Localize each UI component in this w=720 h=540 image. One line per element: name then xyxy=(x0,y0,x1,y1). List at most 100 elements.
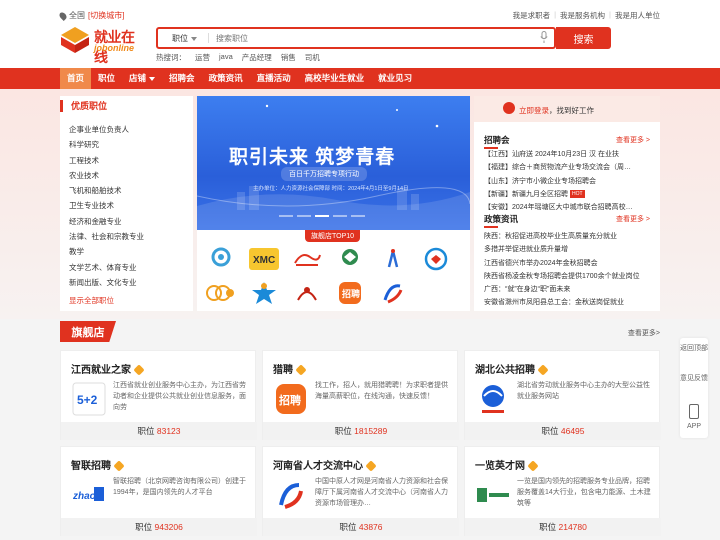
show-all-jobs-link[interactable]: 显示全部职位 xyxy=(69,295,114,306)
flagship-logo[interactable] xyxy=(289,244,325,274)
shop-card[interactable]: 一览英才网 一览是国内领先的招聘服务专业品牌，招聘服务覆盖14大行业，包含电力能… xyxy=(464,446,661,536)
shop-card[interactable]: 智联招聘 zhao 智联招聘（北京网聘咨询有限公司）创建于1994年，是国内领先… xyxy=(60,446,257,536)
flagship-logo[interactable] xyxy=(375,278,411,308)
site-logo[interactable]: 就业在线 jobonline xyxy=(60,26,144,65)
flagship-logo-icon xyxy=(424,247,448,271)
flagship-more-link[interactable]: 查看更多> xyxy=(628,328,660,338)
job-category-panel: 优质职位 企事业单位负责人 科学研究 工程技术 农业技术 飞机和船舶技术 卫生专… xyxy=(60,96,193,311)
job-fair-item[interactable]: 【山东】济宁市小微企业专场招聘会 xyxy=(484,175,652,188)
nav-graduates[interactable]: 高校毕业生就业 xyxy=(298,68,372,89)
nav-live[interactable]: 直播活动 xyxy=(250,68,298,89)
flagship-logo[interactable] xyxy=(332,244,368,274)
location-selector[interactable]: 全国 [切换城市] xyxy=(58,10,124,21)
login-link[interactable]: 立即登录 xyxy=(519,106,549,115)
shop-description: 江西省就业创业服务中心主办，为江西省劳动者和企业提供公共就业创业信息服务，面向劳 xyxy=(113,382,246,411)
category-item[interactable]: 企事业单位负责人 xyxy=(69,122,144,137)
role-links: 我是求职者 | 我是服务机构 | 我是用人单位 xyxy=(513,10,660,21)
policy-item[interactable]: 江西省德兴市举办2024年金秋招聘会 xyxy=(484,257,652,270)
shop-logo: 招聘 xyxy=(273,381,309,417)
shop-card[interactable]: 河南省人才交流中心 中国中原人才网是河南省人力资源和社会保障厅下属河南省人才交流… xyxy=(262,446,459,536)
nav-job-fairs[interactable]: 招聘会 xyxy=(162,68,202,89)
nav-jobs[interactable]: 职位 xyxy=(91,68,122,89)
nav-policy[interactable]: 政策资讯 xyxy=(202,68,250,89)
hot-word[interactable]: 销售 xyxy=(281,52,296,63)
category-item[interactable]: 经济和金融专业 xyxy=(69,214,144,229)
flagship-logo[interactable] xyxy=(418,244,454,274)
job-fairs-more-link[interactable]: 查看更多 > xyxy=(616,135,650,145)
flagship-logo-icon xyxy=(297,287,317,301)
flagship-section-title: 旗舰店 xyxy=(60,321,116,342)
flagship-logo[interactable] xyxy=(203,244,239,274)
carousel-dot[interactable] xyxy=(333,215,347,217)
shop-card[interactable]: 湖北公共招聘 湖北省劳动就业服务中心主办的大型公益性就业服务网站 职位 4649… xyxy=(464,350,661,440)
search-category-select[interactable]: 职位 xyxy=(172,33,197,44)
shop-logo xyxy=(273,477,309,513)
svg-text:5+2: 5+2 xyxy=(77,393,98,407)
hero-banner[interactable]: 职引未来 筑梦青春 百日千万招聘专项行动 主办单位：人力资源社会保障部 时间：2… xyxy=(197,96,470,230)
flagship-logo[interactable] xyxy=(375,244,411,274)
policy-more-link[interactable]: 查看更多 > xyxy=(616,214,650,224)
policy-item[interactable]: 安徽省滁州市凤阳县总工会：金秋送岗促就业 xyxy=(484,296,652,309)
verified-badge-icon xyxy=(295,364,307,377)
back-to-top-button[interactable]: 返回顶部 xyxy=(680,344,708,353)
job-fair-item[interactable]: 【江西】汕府送 2024年10月23日 汉 在业扶 xyxy=(484,148,652,161)
employer-link[interactable]: 我是用人单位 xyxy=(615,10,660,21)
category-item[interactable]: 教学 xyxy=(69,244,144,259)
carousel-dot[interactable] xyxy=(297,215,311,217)
category-item[interactable]: 新闻出版、文化专业 xyxy=(69,275,144,290)
divider: | xyxy=(609,10,611,19)
carousel-dot[interactable] xyxy=(279,215,293,217)
search-input[interactable] xyxy=(216,31,516,45)
category-item[interactable]: 卫生专业技术 xyxy=(69,198,144,213)
flagship-logo[interactable]: XMC xyxy=(246,244,282,274)
job-fair-item[interactable]: 【福建】综合＋商贸物流产业专场交流会（周… xyxy=(484,161,652,174)
jobseeker-link[interactable]: 我是求职者 xyxy=(513,10,551,21)
app-download-button[interactable]: APP xyxy=(680,422,708,431)
carousel-dot[interactable] xyxy=(351,215,365,217)
flagship-logo-icon xyxy=(294,254,321,266)
category-item[interactable]: 农业技术 xyxy=(69,168,144,183)
login-prompt: 立即登录，找到好工作 xyxy=(474,96,660,122)
service-org-link[interactable]: 我是服务机构 xyxy=(560,10,605,21)
feedback-button[interactable]: 意见反馈 xyxy=(680,374,708,383)
microphone-icon[interactable] xyxy=(540,31,548,44)
svg-text:XMC: XMC xyxy=(253,255,275,266)
nav-home[interactable]: 首页 xyxy=(60,68,92,89)
flagship-logo[interactable]: 招聘 xyxy=(332,278,368,308)
policy-item[interactable]: 多措并举促进就业质升量增 xyxy=(484,243,652,256)
shop-job-count: 职位 214780 xyxy=(465,518,661,536)
category-item[interactable]: 工程技术 xyxy=(69,153,144,168)
carousel-indicators xyxy=(279,215,365,217)
job-fair-item[interactable]: 【新疆】新疆九月全区招聘 HOT xyxy=(484,188,652,201)
flagship-logo[interactable] xyxy=(289,278,325,308)
yilan-logo-icon xyxy=(477,488,509,502)
hot-word[interactable]: 司机 xyxy=(305,52,320,63)
zhaopin-logo-icon: zhao xyxy=(72,487,104,502)
search-button[interactable]: 搜索 xyxy=(556,27,611,49)
hot-word[interactable]: java xyxy=(219,52,233,63)
hot-search-label: 热搜词： xyxy=(156,53,186,62)
nav-shops[interactable]: 店铺 xyxy=(122,68,162,89)
category-item[interactable]: 科学研究 xyxy=(69,137,144,152)
policy-item[interactable]: 陕西省杨凌金秋专场招聘会提供1700余个就业岗位 xyxy=(484,270,652,283)
policy-item[interactable]: 广西：“就”在身边“职”面未来 xyxy=(484,283,652,296)
policy-item[interactable]: 陕西：秋招促进高校毕业生高质量充分就业 xyxy=(484,230,652,243)
avatar-icon xyxy=(503,102,515,114)
category-item[interactable]: 飞机和船舶技术 xyxy=(69,183,144,198)
carousel-dot[interactable] xyxy=(315,215,329,217)
category-item[interactable]: 文学艺术、体育专业 xyxy=(69,260,144,275)
category-item[interactable]: 法律、社会和宗教专业 xyxy=(69,229,144,244)
switch-city-link[interactable]: [切换城市] xyxy=(88,10,124,21)
hot-word[interactable]: 运营 xyxy=(195,52,210,63)
flagship-logo[interactable] xyxy=(203,278,239,308)
nav-internship[interactable]: 就业见习 xyxy=(371,68,419,89)
hot-word[interactable]: 产品经理 xyxy=(242,52,272,63)
flagship-logo[interactable] xyxy=(246,278,282,308)
mobile-phone-icon xyxy=(689,404,699,419)
shop-card[interactable]: 猎聘 招聘 找工作，招人，就用猎聘聘！为求职者提供海量高薪职位，在线沟通，快速反… xyxy=(262,350,459,440)
logo-mark-icon xyxy=(61,27,89,53)
shop-card[interactable]: 江西就业之家 5+2 江西省就业创业服务中心主办，为江西省劳动者和企业提供公共就… xyxy=(60,350,257,440)
shop-name: 湖北公共招聘 xyxy=(475,361,549,377)
verified-badge-icon xyxy=(527,460,539,473)
flagship-logo-icon xyxy=(387,249,399,268)
